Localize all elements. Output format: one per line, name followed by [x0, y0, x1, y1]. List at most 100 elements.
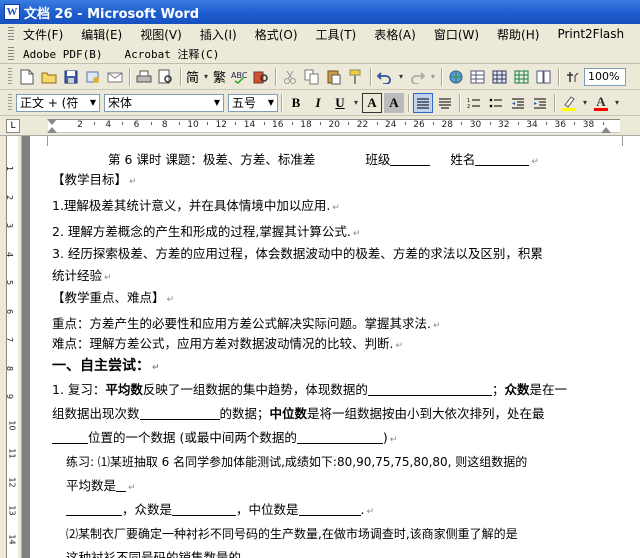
increase-indent-icon[interactable]: [530, 93, 550, 113]
insert-excel-icon[interactable]: [512, 67, 532, 87]
first-line-indent-marker[interactable]: [47, 119, 57, 125]
chevron-down-icon[interactable]: ▼: [211, 95, 223, 111]
spelling-check-icon[interactable]: ABC: [229, 67, 249, 87]
menu-table[interactable]: 表格(A): [369, 26, 421, 43]
email-icon[interactable]: [105, 67, 125, 87]
style-combo[interactable]: 正文 + (符 ▼: [16, 93, 100, 112]
traditional-chinese-button[interactable]: 繁: [213, 67, 226, 86]
tab-selector-icon[interactable]: L: [6, 119, 20, 133]
redo-icon[interactable]: [407, 67, 427, 87]
answer-blank[interactable]: [66, 502, 122, 516]
toolbar-grip[interactable]: [8, 93, 12, 112]
hanging-indent-marker[interactable]: [47, 127, 57, 133]
vertical-ruler[interactable]: 1 2 3 4 5 6 7 8 9 10 11 12 13 14: [0, 136, 22, 558]
paragraph-mark-icon: ↵: [166, 295, 175, 305]
format-painter-icon[interactable]: [346, 67, 366, 87]
menu-bar: 文件(F) 编辑(E) 视图(V) 插入(I) 格式(O) 工具(T) 表格(A…: [0, 24, 640, 64]
menu-window[interactable]: 窗口(W): [429, 26, 484, 43]
font-color-button[interactable]: A: [591, 93, 611, 113]
chevron-down-icon[interactable]: ▼: [265, 95, 277, 111]
ruler-minor-tick: [517, 122, 519, 125]
show-hide-icon[interactable]: [563, 67, 583, 87]
undo-icon[interactable]: [375, 67, 395, 87]
horizontal-ruler[interactable]: L 2 4 6 8 10 12 14 16 18 20 22 24 26 28 30 32 34 36 38: [0, 116, 640, 136]
insert-table-icon[interactable]: [490, 67, 510, 87]
menu-view[interactable]: 视图(V): [135, 26, 187, 43]
chevron-down-icon[interactable]: ▼: [87, 95, 99, 111]
permission-icon[interactable]: [83, 67, 103, 87]
review-text-6: 位置的一个数据 (或最中间两个数据的: [88, 430, 297, 445]
print-preview-icon[interactable]: [156, 67, 176, 87]
chevron-down-icon[interactable]: ▾: [202, 67, 210, 87]
font-combo[interactable]: 宋体 ▼: [104, 93, 224, 112]
font-size-combo[interactable]: 五号 ▼: [228, 93, 278, 112]
new-document-icon[interactable]: [17, 67, 37, 87]
paste-icon[interactable]: [324, 67, 344, 87]
zoom-combo[interactable]: 100%: [584, 67, 627, 86]
difficulty-text: 难点：理解方差公式，应用方差对数据波动情况的比较、判断.: [52, 336, 394, 351]
underline-button[interactable]: U: [330, 93, 350, 113]
decrease-indent-icon[interactable]: [508, 93, 528, 113]
name-blank[interactable]: [475, 152, 530, 166]
right-indent-marker[interactable]: [601, 127, 611, 133]
objective-3-text: 3. 经历探索极差、方差的应用过程，体会数据波动中的极差、方差的求法以及区别，积…: [52, 246, 543, 261]
answer-blank[interactable]: [116, 478, 127, 492]
bullets-icon[interactable]: [486, 93, 506, 113]
menu-tools[interactable]: 工具(T): [311, 26, 362, 43]
columns-icon[interactable]: [534, 67, 554, 87]
cut-icon[interactable]: [280, 67, 300, 87]
numbering-icon[interactable]: 12: [464, 93, 484, 113]
menu-file[interactable]: 文件(F): [18, 26, 68, 43]
answer-blank[interactable]: [367, 382, 492, 396]
menu-grip-2[interactable]: [8, 47, 14, 61]
character-shading-button[interactable]: A: [384, 92, 404, 113]
toolbar-separator: [408, 93, 409, 112]
distributed-align-icon[interactable]: [435, 93, 455, 113]
highlight-icon[interactable]: [559, 93, 579, 113]
toolbar-grip[interactable]: [8, 67, 12, 86]
paragraph-mark-icon: ↵: [152, 363, 160, 373]
objectives-heading: 【教学目标】: [52, 172, 128, 187]
character-border-button[interactable]: A: [362, 92, 382, 113]
document-page[interactable]: 第 6 课时 课题：极差、方差、标准差 班级 姓名 ↵ 【教学目标】 ↵ 1.理解极…: [30, 136, 640, 558]
save-icon[interactable]: [61, 67, 81, 87]
research-icon[interactable]: [251, 67, 271, 87]
chevron-down-icon[interactable]: ▾: [352, 93, 360, 113]
open-folder-icon[interactable]: [39, 67, 59, 87]
chevron-down-icon[interactable]: ▾: [613, 93, 621, 113]
menu-edit[interactable]: 编辑(E): [76, 26, 127, 43]
menu-format[interactable]: 格式(O): [250, 26, 303, 43]
print-icon[interactable]: [134, 67, 154, 87]
ruler-tick-label: 8: [161, 120, 168, 130]
menu-print2flash[interactable]: Print2Flash: [552, 27, 629, 41]
chevron-down-icon[interactable]: ▾: [397, 67, 405, 87]
document-workspace[interactable]: 第 6 课时 课题：极差、方差、标准差 班级 姓名 ↵ 【教学目标】 ↵ 1.理解极…: [22, 136, 640, 558]
menu-insert[interactable]: 插入(I): [195, 26, 242, 43]
answer-blank[interactable]: [296, 430, 383, 444]
menu-help[interactable]: 帮助(H): [492, 26, 544, 43]
simplified-chinese-button[interactable]: 简: [186, 67, 199, 86]
tables-borders-icon[interactable]: [468, 67, 488, 87]
justify-icon[interactable]: [413, 92, 433, 113]
chevron-down-icon[interactable]: ▾: [429, 67, 437, 87]
italic-button[interactable]: I: [308, 93, 328, 113]
ruler-tick-label: 26: [413, 120, 425, 130]
class-blank[interactable]: [390, 152, 431, 166]
bold-button[interactable]: B: [286, 93, 306, 113]
title-bar: W 文档 26 - Microsoft Word: [0, 0, 640, 24]
menu-acrobat-comment[interactable]: Acrobat 注释(C): [119, 46, 224, 62]
review-text-5: 是将一组数据按由小到大依次排列，处在最: [307, 406, 545, 421]
toolbar-separator: [441, 67, 443, 86]
hyperlink-icon[interactable]: [446, 67, 466, 87]
answer-blank[interactable]: [298, 502, 361, 516]
chevron-down-icon[interactable]: ▾: [581, 93, 589, 113]
section-heading-line: 一、自主尝试： ↵: [52, 356, 160, 378]
word-app-icon[interactable]: W: [4, 4, 20, 20]
menu-grip[interactable]: [8, 27, 14, 41]
menu-adobe-pdf[interactable]: Adobe PDF(B): [18, 48, 107, 61]
answer-blank[interactable]: [172, 502, 237, 516]
answer-blank[interactable]: [139, 406, 220, 420]
answer-blank[interactable]: [52, 430, 88, 444]
answer-blank[interactable]: [241, 550, 321, 558]
copy-icon[interactable]: [302, 67, 322, 87]
